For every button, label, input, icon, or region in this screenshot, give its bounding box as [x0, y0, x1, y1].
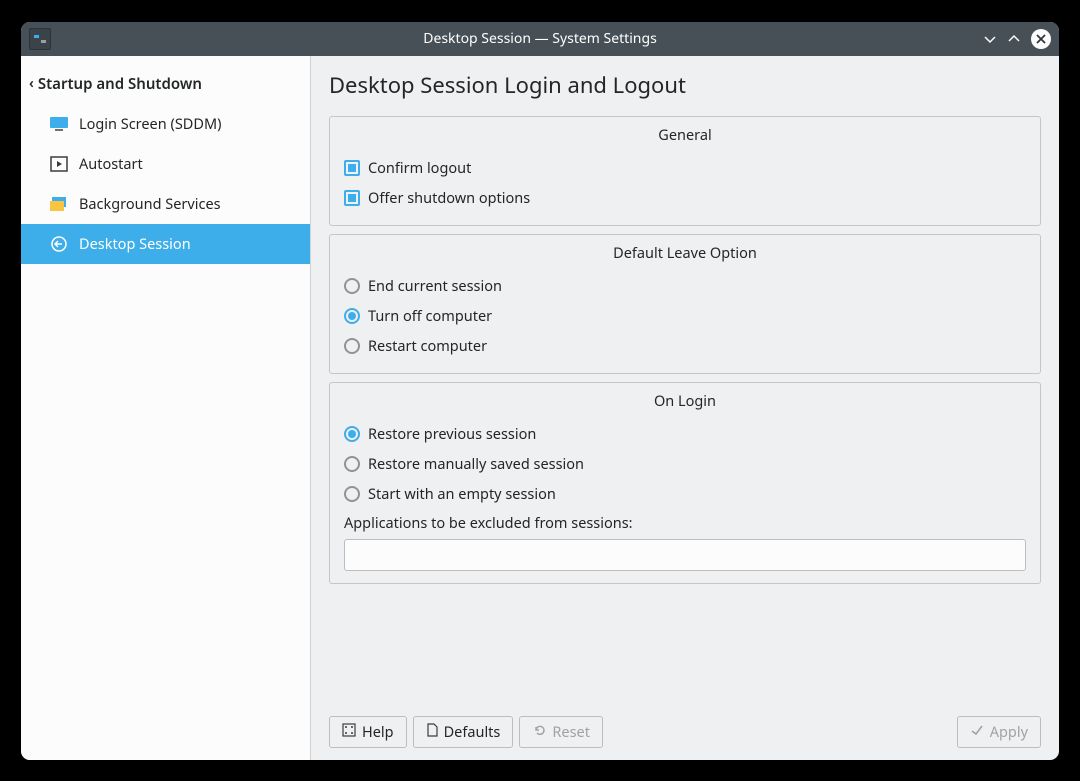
window-controls — [983, 29, 1051, 49]
check-icon — [970, 722, 984, 742]
monitor-icon — [49, 116, 69, 132]
label-restore-previous: Restore previous session — [368, 424, 536, 444]
label-restore-manual: Restore manually saved session — [368, 454, 584, 474]
maximize-button[interactable] — [1007, 32, 1021, 46]
radio-restart[interactable] — [344, 338, 360, 354]
undo-icon — [532, 722, 546, 742]
defaults-label: Defaults — [444, 722, 501, 742]
group-title-general: General — [330, 117, 1040, 149]
sidebar-item-login-screen[interactable]: Login Screen (SDDM) — [21, 104, 310, 144]
radio-restore-manual[interactable] — [344, 456, 360, 472]
window-stack-icon — [49, 196, 69, 212]
chevron-left-icon: ‹ — [29, 74, 34, 93]
label-start-empty: Start with an empty session — [368, 484, 556, 504]
checkbox-offer-shutdown[interactable] — [344, 190, 360, 206]
checkbox-confirm-logout[interactable] — [344, 160, 360, 176]
sidebar-item-label: Desktop Session — [79, 234, 191, 254]
reset-label: Reset — [552, 722, 590, 742]
titlebar: Desktop Session — System Settings — [21, 22, 1059, 56]
radio-end-session[interactable] — [344, 278, 360, 294]
app-icon — [29, 28, 51, 50]
radio-turn-off[interactable] — [344, 308, 360, 324]
minimize-button[interactable] — [983, 32, 997, 46]
label-end-session: End current session — [368, 276, 502, 296]
play-box-icon — [49, 156, 69, 172]
help-icon — [342, 722, 356, 742]
group-general: General Confirm logout Offer shutdown op… — [329, 116, 1041, 226]
page-title: Desktop Session Login and Logout — [329, 70, 1041, 100]
apply-label: Apply — [990, 722, 1028, 742]
sidebar-item-autostart[interactable]: Autostart — [21, 144, 310, 184]
window: Desktop Session — System Settings ‹ Star… — [20, 21, 1060, 761]
content: ‹ Startup and Shutdown Login Screen (SDD… — [21, 56, 1059, 760]
group-leave-option: Default Leave Option End current session… — [329, 234, 1041, 374]
group-title-onlogin: On Login — [330, 383, 1040, 415]
defaults-button[interactable]: Defaults — [413, 716, 514, 748]
sidebar: ‹ Startup and Shutdown Login Screen (SDD… — [21, 56, 311, 760]
breadcrumb-label: Startup and Shutdown — [38, 74, 202, 94]
breadcrumb[interactable]: ‹ Startup and Shutdown — [21, 64, 310, 104]
label-exclude-apps: Applications to be excluded from session… — [344, 509, 1026, 539]
help-button[interactable]: Help — [329, 716, 407, 748]
label-offer-shutdown: Offer shutdown options — [368, 188, 530, 208]
radio-start-empty[interactable] — [344, 486, 360, 502]
radio-restore-previous[interactable] — [344, 426, 360, 442]
window-title: Desktop Session — System Settings — [423, 29, 657, 48]
close-button[interactable] — [1031, 29, 1051, 49]
sidebar-item-desktop-session[interactable]: Desktop Session — [21, 224, 310, 264]
label-turn-off: Turn off computer — [368, 306, 492, 326]
label-restart: Restart computer — [368, 336, 487, 356]
input-exclude-apps[interactable] — [344, 539, 1026, 571]
reset-button[interactable]: Reset — [519, 716, 603, 748]
sidebar-item-label: Background Services — [79, 194, 221, 214]
sidebar-item-background-services[interactable]: Background Services — [21, 184, 310, 224]
group-title-leave: Default Leave Option — [330, 235, 1040, 267]
apply-button[interactable]: Apply — [957, 716, 1041, 748]
sidebar-item-label: Autostart — [79, 154, 143, 174]
logout-icon — [49, 236, 69, 252]
footer: Help Defaults Reset — [329, 706, 1041, 748]
help-label: Help — [362, 722, 394, 742]
label-confirm-logout: Confirm logout — [368, 158, 471, 178]
group-on-login: On Login Restore previous session Restor… — [329, 382, 1041, 584]
document-icon — [426, 722, 438, 742]
main-panel: Desktop Session Login and Logout General… — [311, 56, 1059, 760]
sidebar-item-label: Login Screen (SDDM) — [79, 114, 221, 134]
